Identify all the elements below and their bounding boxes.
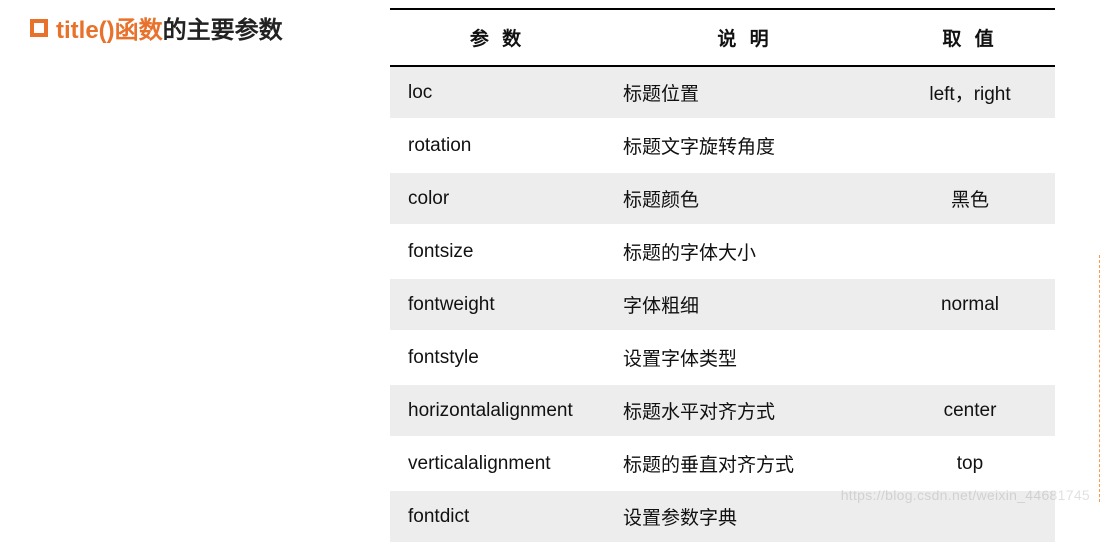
cell-desc: 标题的字体大小 [605, 225, 885, 278]
cell-desc: 标题的垂直对齐方式 [605, 437, 885, 490]
cell-desc: 设置字体类型 [605, 331, 885, 384]
cell-desc: 字体粗细 [605, 278, 885, 331]
cell-param: horizontalalignment [390, 384, 605, 437]
table-header-row: 参 数 说 明 取 值 [390, 9, 1055, 66]
bullet-icon [30, 19, 48, 37]
cell-desc: 标题水平对齐方式 [605, 384, 885, 437]
cell-param: loc [390, 66, 605, 119]
watermark-text: https://blog.csdn.net/weixin_44681745 [841, 487, 1090, 503]
table-row: color标题颜色黑色 [390, 172, 1055, 225]
header-desc: 说 明 [605, 9, 885, 66]
cell-desc: 标题颜色 [605, 172, 885, 225]
table-row: fontsize标题的字体大小 [390, 225, 1055, 278]
params-table: 参 数 说 明 取 值 loc标题位置left，rightrotation标题文… [390, 8, 1055, 544]
cell-value: normal [885, 278, 1055, 331]
heading-highlight: title()函数 [56, 17, 163, 44]
params-table-container: 参 数 说 明 取 值 loc标题位置left，rightrotation标题文… [390, 8, 1055, 544]
cell-value: center [885, 384, 1055, 437]
cell-desc: 标题文字旋转角度 [605, 119, 885, 172]
table-row: rotation标题文字旋转角度 [390, 119, 1055, 172]
table-row: fontstyle设置字体类型 [390, 331, 1055, 384]
table-row: horizontalalignment标题水平对齐方式center [390, 384, 1055, 437]
cell-value [885, 119, 1055, 172]
cell-value [885, 225, 1055, 278]
table-row: loc标题位置left，right [390, 66, 1055, 119]
table-row: verticalalignment标题的垂直对齐方式top [390, 437, 1055, 490]
table-row: fontweight字体粗细normal [390, 278, 1055, 331]
cell-value: 黑色 [885, 172, 1055, 225]
cell-param: color [390, 172, 605, 225]
cell-param: fontweight [390, 278, 605, 331]
cell-param: fontstyle [390, 331, 605, 384]
cell-param: fontsize [390, 225, 605, 278]
header-value: 取 值 [885, 9, 1055, 66]
cell-param: fontdict [390, 490, 605, 543]
header-param: 参 数 [390, 9, 605, 66]
cell-param: rotation [390, 119, 605, 172]
heading-rest: 的主要参数 [163, 17, 283, 44]
cell-value: top [885, 437, 1055, 490]
cell-desc: 标题位置 [605, 66, 885, 119]
cell-value: left，right [885, 66, 1055, 119]
cell-value [885, 331, 1055, 384]
cell-param: verticalalignment [390, 437, 605, 490]
